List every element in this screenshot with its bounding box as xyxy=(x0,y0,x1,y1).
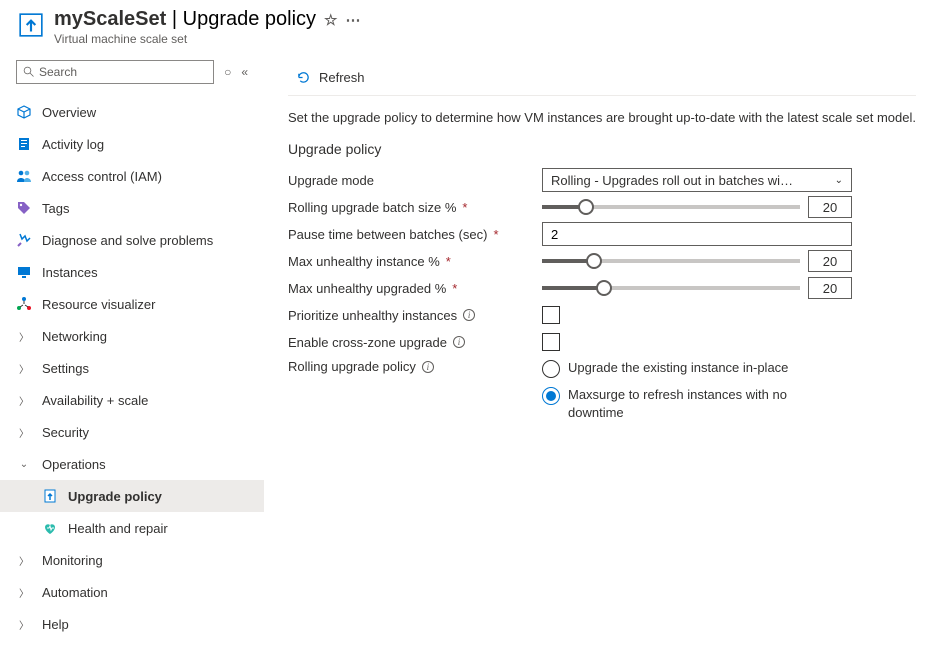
radio-label: Maxsurge to refresh instances with no do… xyxy=(568,386,828,422)
policy-label: Rolling upgrade policyi xyxy=(288,359,542,374)
collapse-sidebar-icon[interactable]: « xyxy=(241,65,248,79)
sidebar-item-label: Health and repair xyxy=(68,521,168,536)
health-icon xyxy=(42,520,58,536)
page-header: myScaleSet | Upgrade policy ☆ ⋯ Virtual … xyxy=(0,0,940,50)
radio-icon xyxy=(542,387,560,405)
pause-time-label: Pause time between batches (sec)* xyxy=(288,227,542,242)
log-icon xyxy=(16,136,32,152)
description-text: Set the upgrade policy to determine how … xyxy=(288,110,916,125)
policy-radio-option[interactable]: Maxsurge to refresh instances with no do… xyxy=(542,386,852,422)
sidebar-item-label: Automation xyxy=(42,585,108,600)
info-icon[interactable]: i xyxy=(422,361,434,373)
sidebar-item-label: Monitoring xyxy=(42,553,103,568)
chevron-right-icon: 〉 xyxy=(16,617,32,632)
sidebar-item-diagnose-and-solve-problems[interactable]: Diagnose and solve problems xyxy=(0,224,264,256)
batch-size-label: Rolling upgrade batch size %* xyxy=(288,200,542,215)
sidebar-item-label: Access control (IAM) xyxy=(42,169,162,184)
sidebar-item-monitoring[interactable]: 〉 Monitoring xyxy=(0,544,264,576)
info-icon[interactable]: i xyxy=(453,336,465,348)
sidebar-item-help[interactable]: 〉 Help xyxy=(0,608,264,640)
max-unhealthy-label: Max unhealthy instance %* xyxy=(288,254,542,269)
sidebar-item-access-control-iam-[interactable]: Access control (IAM) xyxy=(0,160,264,192)
pin-icon[interactable]: ○ xyxy=(224,65,231,79)
sidebar-item-label: Settings xyxy=(42,361,89,376)
refresh-button[interactable]: Refresh xyxy=(288,60,373,95)
refresh-icon xyxy=(296,70,311,85)
sidebar-item-label: Diagnose and solve problems xyxy=(42,233,213,248)
prioritize-label: Prioritize unhealthy instancesi xyxy=(288,308,542,323)
cross-zone-label: Enable cross-zone upgradei xyxy=(288,335,542,350)
more-icon[interactable]: ⋯ xyxy=(346,11,361,29)
people-icon xyxy=(16,168,32,184)
sidebar-item-label: Upgrade policy xyxy=(68,489,162,504)
sidebar-item-upgrade-policy[interactable]: Upgrade policy xyxy=(0,480,264,512)
instances-icon xyxy=(16,264,32,280)
resource-icon xyxy=(18,12,44,38)
chevron-down-icon: ⌄ xyxy=(835,175,843,186)
sidebar-item-activity-log[interactable]: Activity log xyxy=(0,128,264,160)
resource-type-label: Virtual machine scale set xyxy=(54,32,928,46)
sidebar-item-label: Networking xyxy=(42,329,107,344)
policy-radio-option[interactable]: Upgrade the existing instance in-place xyxy=(542,359,852,378)
info-icon[interactable]: i xyxy=(463,309,475,321)
sidebar-item-health-and-repair[interactable]: Health and repair xyxy=(0,512,264,544)
prioritize-checkbox[interactable] xyxy=(542,306,560,324)
sidebar-item-settings[interactable]: 〉 Settings xyxy=(0,352,264,384)
chevron-right-icon: 〉 xyxy=(16,329,32,344)
sidebar-item-overview[interactable]: Overview xyxy=(0,96,264,128)
sidebar-item-label: Operations xyxy=(42,457,106,472)
upgrade-mode-label: Upgrade mode xyxy=(288,173,542,188)
page-title: myScaleSet | Upgrade policy ☆ ⋯ xyxy=(54,8,928,31)
sidebar-item-networking[interactable]: 〉 Networking xyxy=(0,320,264,352)
toolbar: Refresh xyxy=(288,60,916,96)
sidebar-item-label: Overview xyxy=(42,105,96,120)
chevron-right-icon: 〉 xyxy=(16,425,32,440)
sidebar-item-label: Activity log xyxy=(42,137,104,152)
sidebar-item-label: Security xyxy=(42,425,89,440)
sidebar-item-tags[interactable]: Tags xyxy=(0,192,264,224)
chevron-right-icon: 〉 xyxy=(16,393,32,408)
sidebar-item-operations[interactable]: ⌄ Operations xyxy=(0,448,264,480)
max-unhealthy-upgraded-label: Max unhealthy upgraded %* xyxy=(288,281,542,296)
cube-icon xyxy=(16,104,32,120)
max-unhealthy-upgraded-value[interactable]: 20 xyxy=(808,277,852,299)
sidebar: Search ○ « Overview Activity log Access co… xyxy=(0,50,264,664)
sidebar-item-resource-visualizer[interactable]: Resource visualizer xyxy=(0,288,264,320)
policy-icon xyxy=(42,488,58,504)
sidebar-item-label: Help xyxy=(42,617,69,632)
sidebar-item-label: Instances xyxy=(42,265,98,280)
section-title: Upgrade policy xyxy=(288,141,916,157)
max-unhealthy-upgraded-slider[interactable] xyxy=(542,286,800,290)
sidebar-item-availability-scale[interactable]: 〉 Availability + scale xyxy=(0,384,264,416)
search-icon xyxy=(23,66,35,78)
chevron-right-icon: 〉 xyxy=(16,553,32,568)
sidebar-item-automation[interactable]: 〉 Automation xyxy=(0,576,264,608)
chevron-right-icon: 〉 xyxy=(16,361,32,376)
main-content: Refresh Set the upgrade policy to determ… xyxy=(264,50,940,664)
sidebar-item-security[interactable]: 〉 Security xyxy=(0,416,264,448)
sidebar-item-label: Availability + scale xyxy=(42,393,148,408)
radio-icon xyxy=(542,360,560,378)
upgrade-mode-dropdown[interactable]: Rolling - Upgrades roll out in batches w… xyxy=(542,168,852,192)
sidebar-item-label: Tags xyxy=(42,201,69,216)
diagnose-icon xyxy=(16,232,32,248)
search-input[interactable]: Search xyxy=(16,60,214,84)
pause-time-input[interactable] xyxy=(542,222,852,246)
tag-icon xyxy=(16,200,32,216)
sidebar-item-instances[interactable]: Instances xyxy=(0,256,264,288)
cross-zone-checkbox[interactable] xyxy=(542,333,560,351)
favorite-icon[interactable]: ☆ xyxy=(324,11,337,29)
visualizer-icon xyxy=(16,296,32,312)
max-unhealthy-slider[interactable] xyxy=(542,259,800,263)
max-unhealthy-value[interactable]: 20 xyxy=(808,250,852,272)
chevron-down-icon: ⌄ xyxy=(16,459,32,470)
sidebar-item-label: Resource visualizer xyxy=(42,297,155,312)
radio-label: Upgrade the existing instance in-place xyxy=(568,359,788,377)
chevron-right-icon: 〉 xyxy=(16,585,32,600)
batch-size-value[interactable]: 20 xyxy=(808,196,852,218)
batch-size-slider[interactable] xyxy=(542,205,800,209)
